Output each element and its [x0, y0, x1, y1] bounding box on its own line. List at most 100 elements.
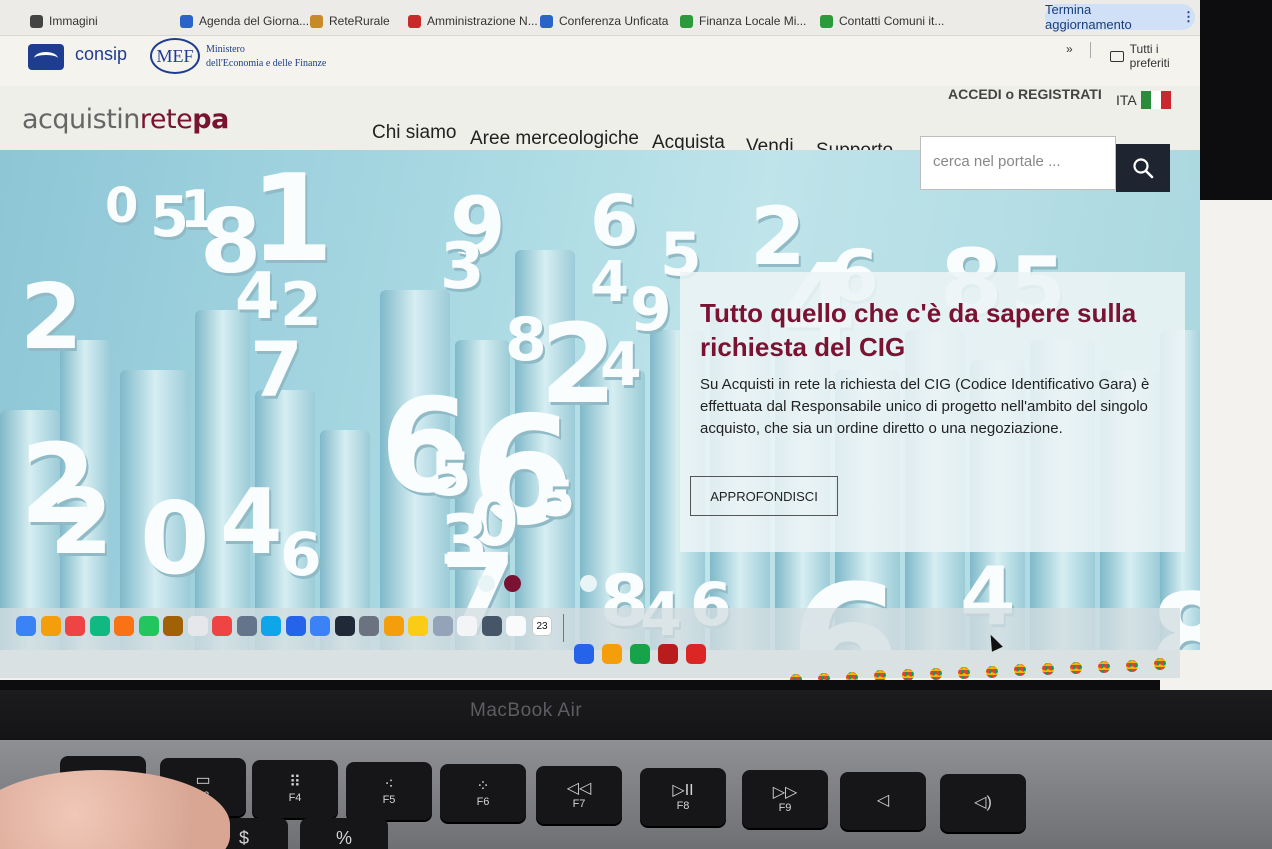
login-register-link[interactable]: ACCEDI o REGISTRATI [948, 86, 1102, 102]
function-key-icon: ⁘ [476, 778, 490, 795]
italian-flag-icon [1140, 91, 1171, 109]
chrome-window-icon[interactable] [846, 672, 858, 680]
dock-app-icon[interactable] [187, 616, 208, 636]
approfondisci-button[interactable]: APPROFONDISCI [690, 476, 838, 516]
chrome-window-icon[interactable] [1014, 664, 1026, 676]
bookmark-item[interactable]: Amministrazione N... [408, 14, 538, 28]
dock-app-icon[interactable] [481, 616, 502, 636]
function-key[interactable]: ◁◁ F7 [536, 766, 622, 824]
bookmark-item[interactable]: Finanza Locale Mi... [680, 14, 806, 28]
dock-app-icon[interactable] [334, 616, 355, 636]
chrome-window-icon[interactable] [874, 670, 886, 680]
dock-app-icon[interactable] [574, 644, 594, 664]
dock-app-icon[interactable] [630, 644, 650, 664]
dock-app-icon[interactable] [40, 616, 61, 636]
function-key[interactable]: ⁘ F6 [440, 764, 526, 822]
dock-app-icon[interactable] [359, 616, 379, 636]
hero-decorative-number: 4 [220, 470, 283, 575]
dock-app-icon[interactable] [163, 616, 183, 636]
function-key[interactable]: ⠿ F4 [252, 760, 338, 818]
dock-app-icon[interactable] [261, 616, 281, 636]
hero-decorative-number: 0 [105, 178, 139, 234]
dock-app-icon[interactable] [65, 616, 85, 636]
dock-app-icon[interactable] [432, 616, 453, 636]
number-key[interactable]: % [300, 818, 388, 849]
bookmark-item[interactable]: Immagini [30, 14, 98, 28]
all-bookmarks-button[interactable]: Tutti i preferiti [1110, 42, 1200, 70]
language-selector[interactable]: ITA [1116, 91, 1171, 109]
hero-decorative-number: 3 [440, 230, 485, 304]
bookmark-item[interactable]: Agenda del Giorna... [180, 14, 309, 28]
search-button[interactable] [1116, 144, 1170, 192]
more-bookmarks-button[interactable]: » [1066, 42, 1073, 56]
dock-app-icon[interactable] [212, 616, 232, 636]
chrome-window-icon[interactable] [1126, 660, 1138, 672]
bookmark-item[interactable]: ReteRurale [310, 14, 390, 28]
brand-part-2: rete [139, 104, 193, 135]
function-key[interactable]: ▷▷ F9 [742, 770, 828, 828]
dock-app-icon[interactable] [602, 644, 622, 664]
function-key[interactable]: ▷II F8 [640, 768, 726, 826]
mef-logo-icon[interactable]: MEF [150, 38, 200, 74]
chrome-window-icon[interactable] [930, 668, 942, 680]
chrome-window-icon[interactable] [790, 674, 802, 680]
dock-app-icon[interactable] [89, 616, 110, 636]
consip-logo-icon[interactable] [28, 44, 64, 70]
search-input[interactable]: cerca nel portale ... [920, 136, 1116, 190]
bookmark-favicon-icon [180, 14, 193, 28]
bookmark-label: Conferenza Unficata [559, 14, 669, 28]
dock-app-icon[interactable] [658, 644, 678, 664]
function-key-label: F7 [572, 798, 586, 810]
macbook-model-label: MacBook Air [470, 700, 583, 721]
flag-stripe [1140, 91, 1151, 109]
dock-app-icon[interactable] [310, 616, 330, 636]
chrome-window-icon[interactable] [818, 673, 830, 680]
chrome-window-icon[interactable] [1070, 662, 1082, 674]
nav-aree-merceologiche[interactable]: Aree merceologiche [470, 128, 639, 150]
function-key-label: F5 [382, 794, 396, 806]
function-key-icon: ◁) [974, 794, 992, 811]
chrome-window-icon[interactable] [958, 667, 970, 679]
dock-app-icon[interactable] [506, 616, 526, 636]
bookmark-favicon-icon [680, 14, 693, 28]
carousel-dot-1[interactable] [478, 575, 495, 592]
bookmark-favicon-icon [30, 14, 43, 28]
chrome-window-icon[interactable] [1042, 663, 1054, 675]
bookmark-label: Amministrazione N... [427, 14, 538, 28]
chrome-window-icon[interactable] [986, 666, 998, 678]
dock-app-icon[interactable] [16, 616, 36, 636]
hero-decorative-number: 6 [280, 520, 322, 590]
kebab-menu-icon[interactable]: ⋮ [1182, 9, 1195, 25]
function-key-label: F6 [476, 796, 490, 808]
chrome-window-icon[interactable] [1098, 661, 1110, 673]
dock-app-icon[interactable] [285, 616, 306, 636]
dock-app-icon[interactable] [236, 616, 257, 636]
update-button[interactable]: Termina aggiornamento ⋮ [1045, 2, 1195, 32]
bookmark-item[interactable]: Contatti Comuni it... [820, 14, 944, 28]
carousel-dot-2-active[interactable] [504, 575, 521, 592]
carousel-dot-3[interactable] [580, 575, 597, 592]
function-key[interactable]: ◁ [840, 772, 926, 830]
dock-app-icon[interactable] [383, 616, 404, 636]
bookmarks-divider [1090, 42, 1091, 58]
chrome-window-icon[interactable] [902, 669, 914, 680]
dock-app-icon[interactable] [686, 644, 706, 664]
function-key-icon: ⠿ [289, 774, 301, 791]
dock-app-icon[interactable] [408, 616, 428, 636]
function-key[interactable]: ◁) [940, 774, 1026, 832]
nav-chi-siamo[interactable]: Chi siamo [372, 122, 456, 144]
function-key-label: F8 [676, 800, 690, 812]
function-key[interactable]: ⁖ F5 [346, 762, 432, 820]
function-key-icon: ▷II [672, 782, 694, 799]
hero-decorative-number: 4 [235, 260, 280, 334]
dock-app-icon[interactable] [114, 616, 134, 636]
bookmark-item[interactable]: Conferenza Unficata [540, 14, 668, 28]
dock-app-icon[interactable] [457, 616, 477, 636]
calendar-app-icon[interactable]: 23 [532, 616, 552, 636]
function-key-label: F4 [288, 792, 302, 804]
site-logo[interactable]: acquistinretepa [22, 104, 229, 135]
chrome-window-icon[interactable] [1154, 658, 1166, 670]
consip-label[interactable]: consip [75, 44, 127, 65]
brand-part-3: pa [192, 104, 229, 135]
dock-app-icon[interactable] [138, 616, 159, 636]
